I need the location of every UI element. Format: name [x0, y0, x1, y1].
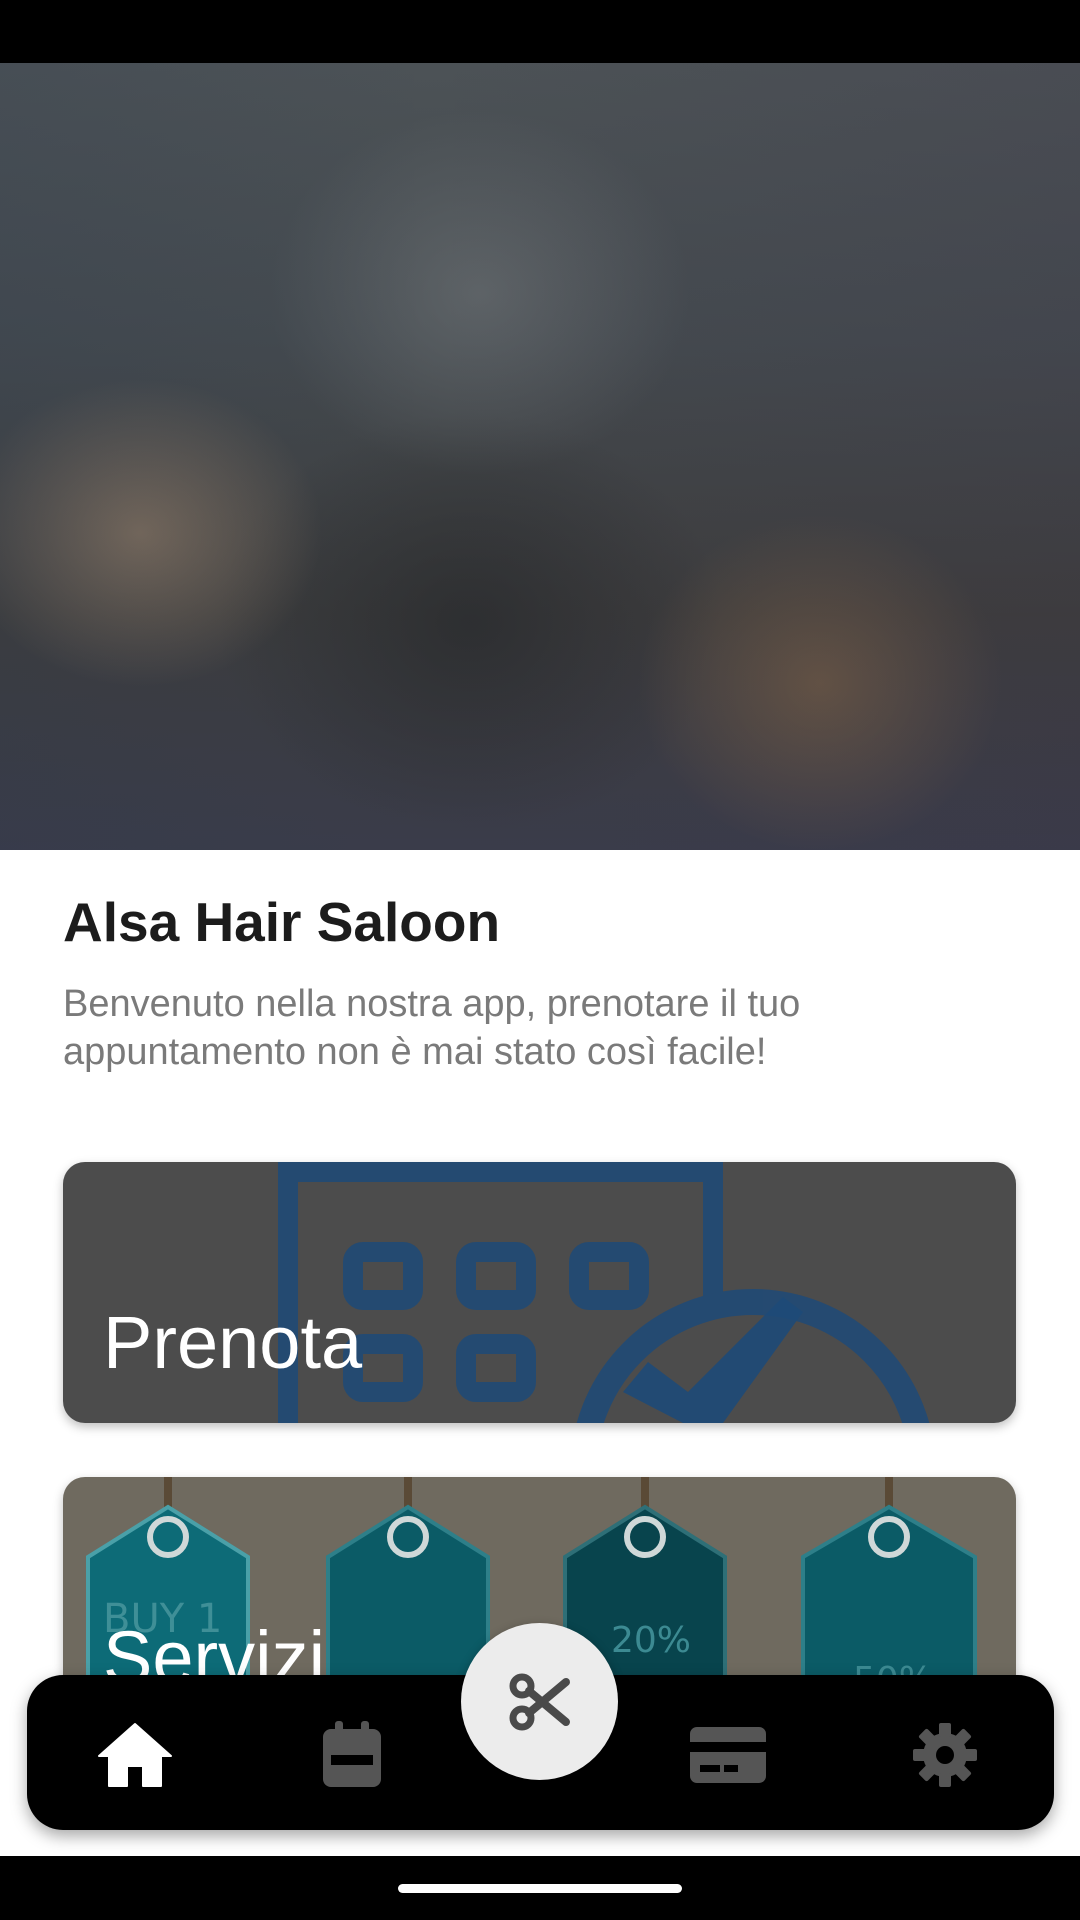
nav-payment[interactable]	[688, 1715, 768, 1795]
app-screen: Alsa Hair Saloon Benvenuto nella nostra …	[0, 0, 1080, 1920]
tag-percent-text: 20%	[611, 1620, 691, 1661]
welcome-text: Benvenuto nella nostra app, prenotare il…	[63, 983, 801, 1073]
hero-overlay	[0, 63, 1080, 850]
booking-fab[interactable]	[461, 1623, 618, 1780]
nav-settings[interactable]	[905, 1715, 985, 1795]
nav-calendar[interactable]	[312, 1715, 392, 1795]
hero-image	[0, 63, 1080, 850]
nav-home[interactable]	[95, 1715, 175, 1795]
page-title: Alsa Hair Saloon	[63, 891, 501, 953]
gear-icon	[913, 1723, 977, 1787]
card-icon	[690, 1727, 766, 1783]
prenota-card[interactable]: Prenota	[63, 1162, 1016, 1423]
calendar-icon	[323, 1721, 381, 1787]
home-icon	[98, 1723, 172, 1787]
scissors-icon	[509, 1673, 570, 1730]
home-indicator[interactable]	[398, 1884, 682, 1893]
status-bar	[0, 0, 1080, 63]
prenota-label: Prenota	[103, 1301, 363, 1384]
